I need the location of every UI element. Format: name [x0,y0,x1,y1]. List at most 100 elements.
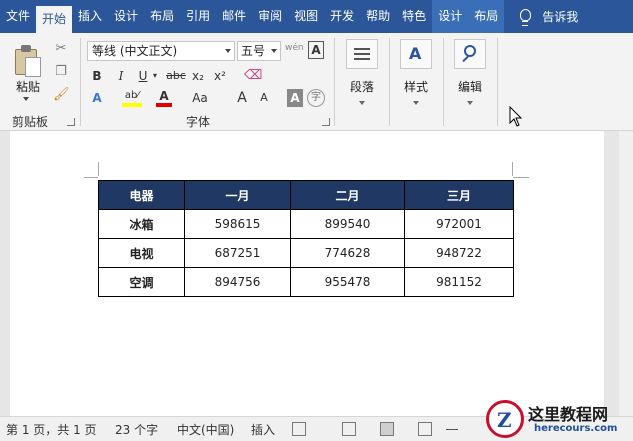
paragraph-button[interactable]: 段落 [339,39,385,105]
table-cell[interactable]: 774628 [290,238,405,268]
cut-icon[interactable]: ✂ [53,41,69,57]
tab-view[interactable]: 视图 [288,0,324,33]
superscript-button[interactable]: x² [212,67,228,85]
search-icon [454,39,486,69]
crop-mark [98,162,99,176]
enclose-characters-button[interactable]: 字 [307,89,325,107]
table-cell[interactable]: 空调 [98,267,185,297]
macro-record-icon[interactable] [292,422,306,436]
data-table[interactable]: 电器 一月 二月 三月 冰箱 598615 899540 972001 电视 6… [98,180,514,297]
clipboard-launcher-icon[interactable] [67,118,75,126]
crop-mark [512,162,513,176]
tab-help[interactable]: 帮助 [360,0,396,33]
language-indicator[interactable]: 中文(中国) [177,421,234,438]
format-painter-icon[interactable]: 🖌 [53,87,70,103]
table-cell[interactable]: 972001 [404,209,514,239]
paragraph-icon [346,39,378,69]
underline-button[interactable]: U [136,67,150,85]
table-row: 冰箱 598615 899540 972001 [98,209,514,239]
tab-design[interactable]: 设计 [108,0,144,33]
lightbulb-icon [518,8,532,26]
tab-insert[interactable]: 插入 [72,0,108,33]
insert-mode[interactable]: 插入 [251,421,275,438]
tab-layout[interactable]: 布局 [144,0,180,33]
font-launcher-icon[interactable] [322,118,330,126]
watermark-url: herecours.com [534,423,618,434]
table-cell[interactable]: 981152 [404,267,514,297]
chevron-down-icon [359,101,365,105]
table-cell[interactable]: 894756 [184,267,291,297]
chevron-down-icon [225,49,231,53]
character-shading-button[interactable]: A [287,89,303,107]
chevron-down-icon [467,101,473,105]
read-mode-icon[interactable] [342,422,356,436]
chevron-down-icon [413,101,419,105]
paste-dropdown-icon [23,97,29,101]
tab-developer[interactable]: 开发 [324,0,360,33]
tab-file[interactable]: 文件 [0,0,36,33]
table-header-cell[interactable]: 三月 [404,180,514,210]
clipboard-group-label: 剪贴板 [12,115,49,129]
tab-table-design[interactable]: 设计 [432,0,469,33]
tab-home[interactable]: 开始 [36,6,73,33]
tab-review[interactable]: 审阅 [252,0,288,33]
paste-label: 粘贴 [16,80,41,94]
styles-label: 样式 [403,80,428,94]
paste-icon [13,43,43,77]
strikethrough-button[interactable]: abc [166,67,186,85]
editing-button[interactable]: 编辑 [447,39,493,105]
italic-button[interactable]: I [114,67,128,85]
table-header-cell[interactable]: 二月 [290,180,405,210]
clear-formatting-icon[interactable]: ⌫ [244,68,262,84]
editing-label: 编辑 [457,80,482,94]
print-layout-icon[interactable] [380,422,394,436]
font-name-value: 等线 (中文正文) [92,44,178,58]
vertical-scrollbar[interactable] [619,131,633,416]
zoom-out-icon[interactable] [446,429,458,430]
watermark-logo-icon: Z [486,400,524,438]
table-cell[interactable]: 598615 [184,209,291,239]
table-cell[interactable]: 899540 [290,209,405,239]
text-effects-button[interactable]: A [90,89,104,107]
grow-font-button[interactable]: A [236,89,248,107]
table-cell[interactable]: 电视 [98,238,185,268]
font-name-select[interactable]: 等线 (中文正文) [87,41,235,61]
crop-mark [84,177,98,178]
site-watermark: Z 这里教程网 herecours.com [486,398,633,441]
word-count[interactable]: 23 个字 [115,421,158,438]
subscript-button[interactable]: x₂ [190,67,206,85]
bold-button[interactable]: B [90,67,104,85]
copy-icon[interactable]: ❐ [53,64,69,80]
font-size-select[interactable]: 五号 [237,41,281,61]
chevron-down-icon [271,49,277,53]
font-size-value: 五号 [241,44,266,58]
highlight-button[interactable]: ab⁄ [122,89,142,107]
web-layout-icon[interactable] [418,422,432,436]
table-cell[interactable]: 687251 [184,238,291,268]
font-color-button[interactable]: A [156,89,172,107]
page-count[interactable]: 第 1 页，共 1 页 [6,421,97,438]
table-cell[interactable]: 948722 [404,238,514,268]
ribbon-home: 粘贴 ✂ ❐ 🖌 剪贴板 等线 (中文正文) 五号 wén A B I U ▾ … [0,33,633,131]
watermark-title: 这里教程网 [528,405,609,424]
tab-features[interactable]: 特色 [396,0,432,33]
tab-mailings[interactable]: 邮件 [216,0,252,33]
chevron-down-icon[interactable]: ▾ [151,67,159,85]
table-header-cell[interactable]: 一月 [184,180,291,210]
tab-references[interactable]: 引用 [180,0,216,33]
shrink-font-button[interactable]: A [258,89,270,107]
table-cell[interactable]: 冰箱 [98,209,185,239]
character-border-button[interactable]: A [308,41,324,59]
tab-table-layout[interactable]: 布局 [468,0,505,33]
styles-button[interactable]: A 样式 [393,39,439,105]
table-row: 空调 894756 955478 981152 [98,267,514,297]
change-case-button[interactable]: Aa [190,89,210,107]
table-cell[interactable]: 955478 [290,267,405,297]
table-header-cell[interactable]: 电器 [98,180,185,210]
ribbon-tab-bar: 文件 开始 插入 设计 布局 引用 邮件 审阅 视图 开发 帮助 特色 设计 布… [0,0,633,33]
table-header-row: 电器 一月 二月 三月 [98,180,514,210]
phonetic-guide-button[interactable]: wén [285,39,304,57]
tell-me-box[interactable]: 告诉我 [518,8,578,26]
crop-mark [513,177,529,178]
styles-icon: A [400,39,432,69]
